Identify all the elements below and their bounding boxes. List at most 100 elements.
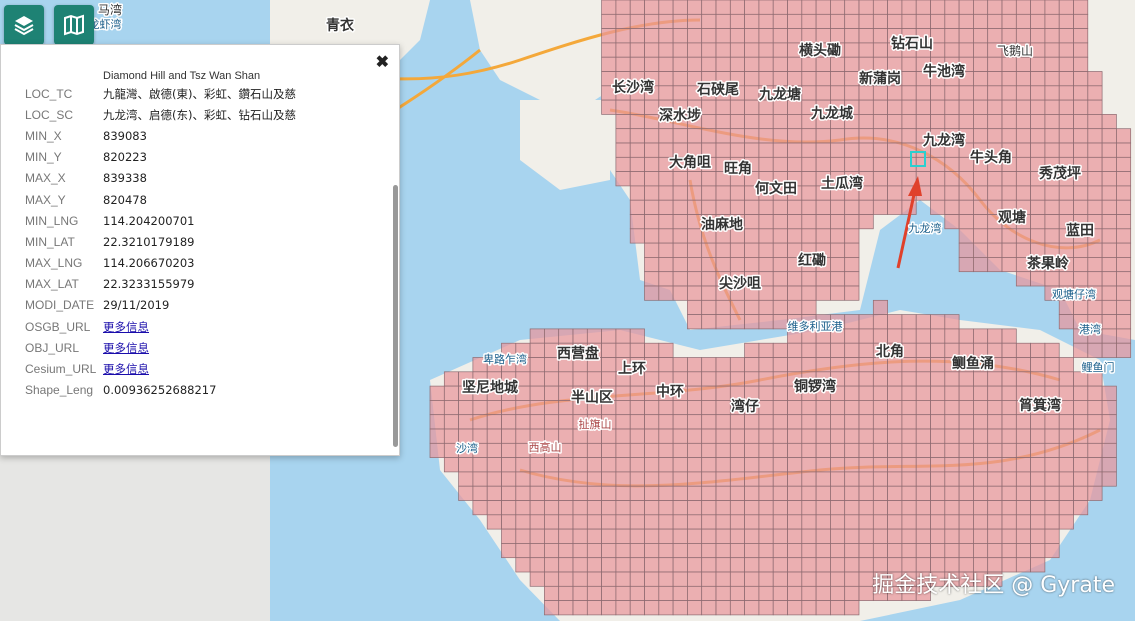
grid-tile[interactable] [1030, 128, 1046, 144]
grid-tile[interactable] [1087, 485, 1103, 501]
grid-tile[interactable] [687, 457, 703, 473]
grid-tile[interactable] [958, 328, 974, 344]
grid-tile[interactable] [1044, 71, 1060, 87]
grid-tile[interactable] [715, 114, 731, 130]
more-info-link[interactable]: 更多信息 [103, 340, 149, 356]
grid-tile[interactable] [830, 128, 846, 144]
grid-tile[interactable] [458, 414, 474, 430]
grid-tile[interactable] [629, 28, 645, 44]
grid-tile[interactable] [644, 285, 660, 301]
grid-tile[interactable] [744, 585, 760, 601]
grid-tile[interactable] [1087, 185, 1103, 201]
grid-tile[interactable] [844, 500, 860, 516]
grid-tile[interactable] [715, 543, 731, 559]
grid-tile[interactable] [644, 485, 660, 501]
grid-tile[interactable] [615, 514, 631, 530]
grid-tile[interactable] [586, 585, 602, 601]
grid-tile[interactable] [572, 557, 588, 573]
grid-tile[interactable] [858, 442, 874, 458]
grid-tile[interactable] [872, 414, 888, 430]
grid-tile[interactable] [787, 543, 803, 559]
grid-tile[interactable] [944, 156, 960, 172]
grid-tile[interactable] [830, 242, 846, 258]
grid-tile[interactable] [687, 128, 703, 144]
grid-tile[interactable] [958, 42, 974, 58]
grid-tile[interactable] [1001, 71, 1017, 87]
grid-tile[interactable] [629, 500, 645, 516]
grid-tile[interactable] [815, 228, 831, 244]
grid-tile[interactable] [1030, 71, 1046, 87]
grid-tile[interactable] [1073, 471, 1089, 487]
grid-tile[interactable] [644, 557, 660, 573]
grid-tile[interactable] [1030, 414, 1046, 430]
grid-tile[interactable] [801, 28, 817, 44]
grid-tile[interactable] [701, 357, 717, 373]
grid-tile[interactable] [987, 99, 1003, 115]
grid-tile[interactable] [572, 442, 588, 458]
grid-tile[interactable] [701, 99, 717, 115]
grid-tile[interactable] [1001, 371, 1017, 387]
grid-tile[interactable] [629, 457, 645, 473]
grid-tile[interactable] [501, 400, 517, 416]
grid-tile[interactable] [1030, 371, 1046, 387]
grid-tile[interactable] [658, 600, 674, 616]
grid-tile[interactable] [672, 585, 688, 601]
grid-tile[interactable] [687, 13, 703, 29]
grid-tile[interactable] [744, 42, 760, 58]
grid-tile[interactable] [644, 457, 660, 473]
grid-tile[interactable] [758, 214, 774, 230]
grid-tile[interactable] [1116, 171, 1132, 187]
grid-tile[interactable] [715, 557, 731, 573]
grid-tile[interactable] [1001, 457, 1017, 473]
grid-tile[interactable] [944, 471, 960, 487]
grid-tile[interactable] [1073, 85, 1089, 101]
grid-tile[interactable] [1073, 42, 1089, 58]
grid-tile[interactable] [872, 299, 888, 315]
grid-tile[interactable] [801, 442, 817, 458]
grid-tile[interactable] [1001, 471, 1017, 487]
grid-tile[interactable] [1058, 314, 1074, 330]
grid-tile[interactable] [801, 56, 817, 72]
grid-tile[interactable] [830, 514, 846, 530]
grid-tile[interactable] [601, 457, 617, 473]
grid-tile[interactable] [629, 142, 645, 158]
grid-tile[interactable] [844, 471, 860, 487]
grid-tile[interactable] [672, 28, 688, 44]
grid-tile[interactable] [1015, 428, 1031, 444]
grid-tile[interactable] [1015, 357, 1031, 373]
grid-tile[interactable] [1044, 228, 1060, 244]
grid-tile[interactable] [915, 514, 931, 530]
grid-tile[interactable] [672, 543, 688, 559]
grid-tile[interactable] [987, 543, 1003, 559]
grid-tile[interactable] [1101, 342, 1117, 358]
grid-tile[interactable] [1044, 528, 1060, 544]
grid-tile[interactable] [772, 485, 788, 501]
grid-tile[interactable] [715, 299, 731, 315]
grid-tile[interactable] [815, 357, 831, 373]
grid-tile[interactable] [887, 171, 903, 187]
grid-tile[interactable] [901, 114, 917, 130]
grid-tile[interactable] [1058, 114, 1074, 130]
grid-tile[interactable] [729, 0, 745, 15]
grid-tile[interactable] [1015, 0, 1031, 15]
grid-tile[interactable] [744, 199, 760, 215]
grid-tile[interactable] [872, 328, 888, 344]
grid-tile[interactable] [758, 42, 774, 58]
grid-tile[interactable] [815, 199, 831, 215]
grid-tile[interactable] [715, 142, 731, 158]
grid-tile[interactable] [629, 99, 645, 115]
grid-tile[interactable] [901, 314, 917, 330]
grid-tile[interactable] [1015, 13, 1031, 29]
grid-tile[interactable] [1073, 114, 1089, 130]
grid-tile[interactable] [1116, 199, 1132, 215]
grid-tile[interactable] [629, 442, 645, 458]
grid-tile[interactable] [944, 500, 960, 516]
grid-tile[interactable] [1087, 414, 1103, 430]
grid-tile[interactable] [915, 156, 931, 172]
grid-tile[interactable] [744, 299, 760, 315]
grid-tile[interactable] [887, 514, 903, 530]
grid-tile[interactable] [658, 342, 674, 358]
grid-tile[interactable] [544, 328, 560, 344]
grid-tile[interactable] [930, 371, 946, 387]
grid-tile[interactable] [772, 543, 788, 559]
